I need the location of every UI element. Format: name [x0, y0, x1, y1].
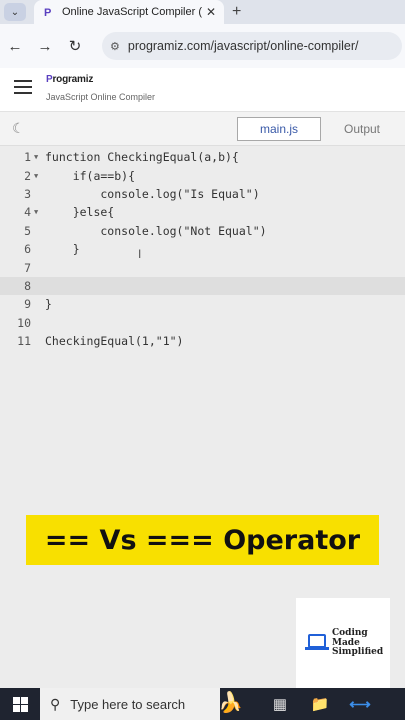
- code-text: }: [45, 242, 80, 257]
- code-line[interactable]: 11 CheckingEqual(1,"1"): [0, 332, 405, 350]
- site-header: Programiz JavaScript Online Compiler: [0, 68, 405, 112]
- search-placeholder: Type here to search: [70, 696, 186, 712]
- taskbar-search-box[interactable]: ⚲ Type here to search: [40, 688, 220, 720]
- line-number: 3: [24, 186, 31, 201]
- weather-widget-icon[interactable]: 🍌: [218, 690, 243, 715]
- code-editor[interactable]: 1 ▼ function CheckingEqual(a,b){2 ▼ if(a==b…: [0, 147, 405, 507]
- line-number: 9: [24, 297, 31, 312]
- forward-arrow-icon[interactable]: →: [30, 38, 60, 55]
- line-number: 6: [24, 242, 31, 257]
- browser-tab-bar: ⌄ P Online JavaScript Compiler (Ed ✕ +: [0, 0, 405, 24]
- laptop-icon: [305, 634, 329, 650]
- line-number: 7: [24, 260, 31, 275]
- code-line[interactable]: 1 ▼ function CheckingEqual(a,b){: [0, 148, 405, 166]
- line-number: 10: [17, 315, 31, 330]
- code-line[interactable]: 4 ▼ }else{: [0, 203, 405, 221]
- code-line[interactable]: 9}: [0, 295, 405, 313]
- task-view-icon[interactable]: ▦: [260, 695, 300, 713]
- windows-taskbar: ⚲ Type here to search 🍌 ▦ 📁 ⟷: [0, 688, 405, 720]
- dark-mode-toggle-icon[interactable]: ☾: [12, 120, 25, 137]
- file-explorer-icon[interactable]: 📁: [300, 695, 340, 713]
- line-number: 8: [24, 278, 31, 293]
- line-number: 11: [17, 334, 31, 349]
- url-field[interactable]: ⚙ programiz.com/javascript/online-compil…: [102, 32, 402, 60]
- new-tab-button[interactable]: +: [232, 3, 241, 21]
- close-tab-icon[interactable]: ✕: [206, 5, 216, 19]
- code-text: CheckingEqual(1,"1"): [45, 334, 184, 349]
- channel-logo-text: Coding Made Simplified: [332, 628, 384, 657]
- site-settings-icon[interactable]: ⚙: [110, 40, 120, 53]
- fold-arrow-icon[interactable]: ▼: [31, 153, 45, 161]
- code-line[interactable]: 8: [0, 276, 405, 296]
- code-text: console.log("Is Equal"): [45, 186, 260, 201]
- fold-arrow-icon[interactable]: ▼: [31, 172, 45, 180]
- programiz-favicon-icon: P: [44, 6, 52, 19]
- windows-logo-icon: [12, 696, 28, 712]
- start-button[interactable]: [0, 696, 40, 712]
- code-line[interactable]: 2 ▼ if(a==b){: [0, 166, 405, 184]
- code-text: }else{: [45, 205, 115, 220]
- code-text: }: [45, 297, 52, 312]
- tab-search-button[interactable]: ⌄: [4, 3, 26, 21]
- line-number: 1: [24, 150, 31, 165]
- code-text: console.log("Not Equal"): [45, 223, 267, 238]
- line-number: 4: [24, 205, 31, 220]
- code-line[interactable]: 10: [0, 314, 405, 332]
- code-text: function CheckingEqual(a,b){: [45, 150, 239, 165]
- editor-toolbar: ☾ main.js Output: [0, 112, 405, 146]
- line-number: 2: [24, 168, 31, 183]
- menu-icon[interactable]: [14, 80, 32, 94]
- chevron-down-icon: ⌄: [10, 6, 20, 18]
- address-bar-row: ← → ↻ ⚙ programiz.com/javascript/online-…: [0, 24, 405, 68]
- code-text: if(a==b){: [45, 168, 136, 183]
- programiz-logo[interactable]: Programiz: [46, 74, 93, 85]
- tab-title: Online JavaScript Compiler (Ed: [62, 6, 202, 18]
- browser-tab[interactable]: P Online JavaScript Compiler (Ed ✕: [34, 0, 224, 24]
- page-subtitle: JavaScript Online Compiler: [46, 92, 156, 102]
- url-text: programiz.com/javascript/online-compiler…: [127, 39, 359, 53]
- code-line[interactable]: 3 console.log("Is Equal"): [0, 185, 405, 203]
- fold-arrow-icon[interactable]: ▼: [31, 208, 45, 216]
- text-cursor-icon: I: [138, 247, 142, 261]
- tab-output[interactable]: Output: [324, 117, 400, 141]
- tab-main-js[interactable]: main.js: [237, 117, 321, 141]
- code-line[interactable]: 5 console.log("Not Equal"): [0, 222, 405, 240]
- line-number: 5: [24, 223, 31, 238]
- code-line[interactable]: 6 }: [0, 240, 405, 258]
- reload-icon[interactable]: ↻: [60, 37, 90, 55]
- title-banner: == Vs === Operator: [26, 515, 379, 565]
- search-icon: ⚲: [50, 695, 61, 712]
- channel-logo: Coding Made Simplified: [296, 598, 390, 690]
- code-line[interactable]: 7: [0, 258, 405, 276]
- vscode-icon[interactable]: ⟷: [340, 695, 380, 713]
- back-arrow-icon[interactable]: ←: [0, 38, 30, 55]
